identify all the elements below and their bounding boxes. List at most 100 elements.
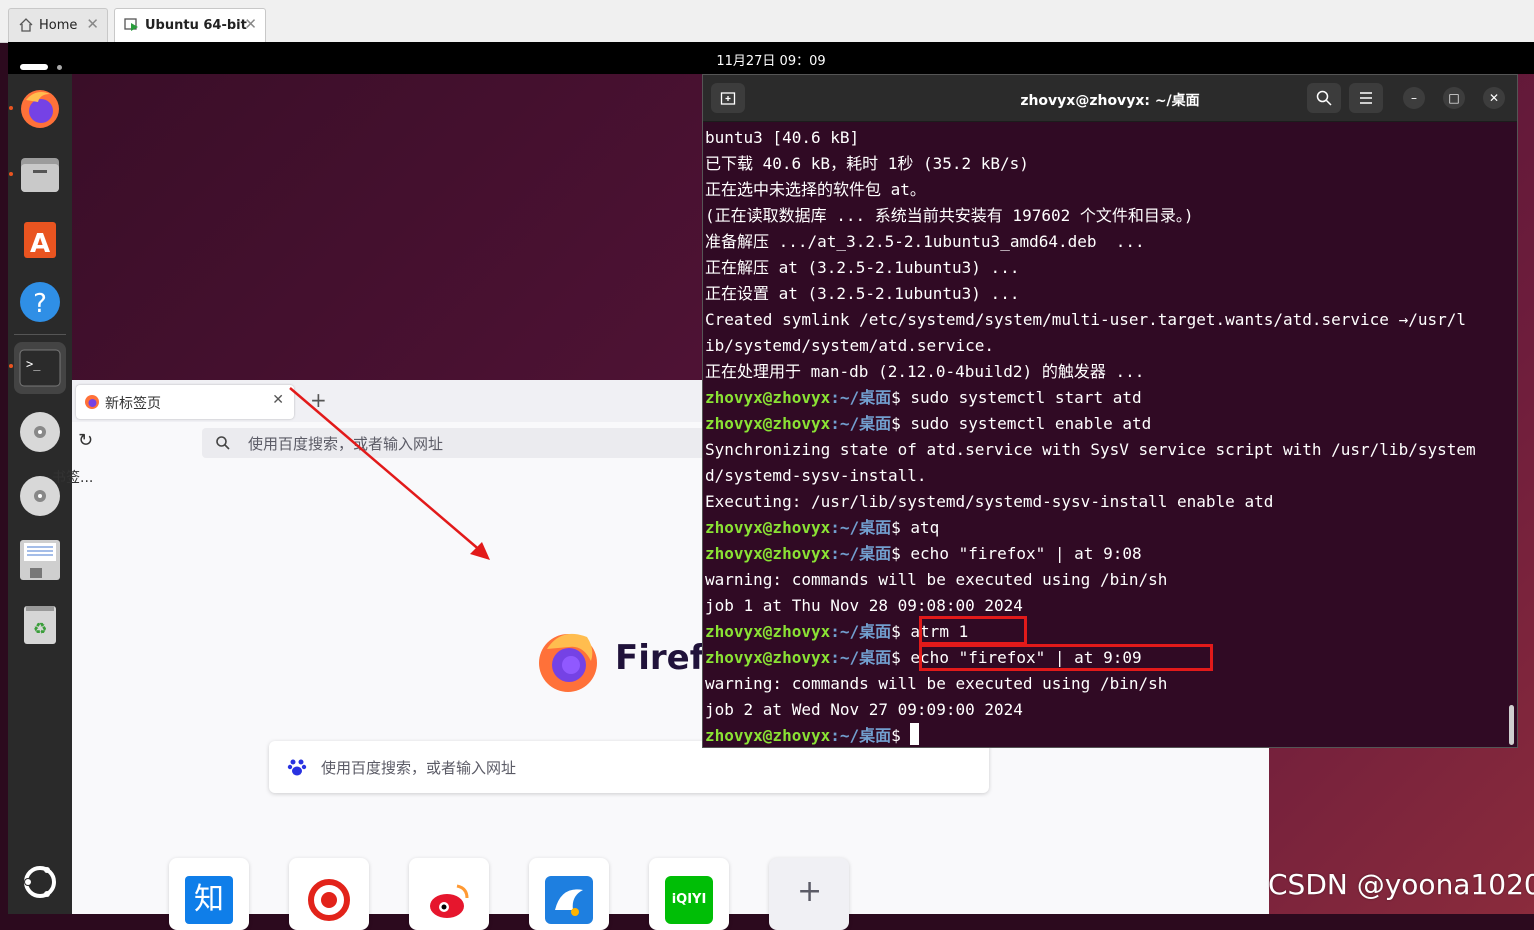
vm-tab-ubuntu[interactable]: Ubuntu 64-bit ✕ [114, 8, 266, 42]
firefox-launcher[interactable] [18, 86, 62, 130]
terminal-line: zhovyx@zhovyx:~/桌面$ atq [705, 515, 1511, 541]
prompt-user: zhovyx@zhovyx [705, 388, 831, 407]
command-text: atq [900, 518, 940, 537]
close-icon[interactable]: ✕ [86, 15, 99, 33]
prompt-path: :~/桌面 [830, 518, 892, 537]
prompt-path: :~/桌面 [830, 648, 892, 667]
maximize-icon: □ [1448, 91, 1460, 105]
add-icon: + [797, 874, 823, 909]
svg-text:>_: >_ [26, 357, 41, 371]
prompt-symbol: $ [891, 544, 901, 563]
watermark: CSDN @yoona1020 [1268, 868, 1534, 901]
highlight-box-atrm [919, 616, 1027, 645]
iqiyi-icon: iQIYI [665, 876, 713, 924]
highlight-box-echo [919, 644, 1213, 671]
terminal-line: d/systemd-sysv-install. [705, 466, 927, 485]
help-launcher[interactable]: ? [18, 280, 62, 324]
vm-tab-home[interactable]: Home ✕ [8, 8, 108, 42]
close-icon: ✕ [1488, 91, 1500, 105]
terminal-launcher[interactable]: >_ [14, 342, 66, 394]
menu-button[interactable] [1349, 83, 1383, 113]
terminal-line: Synchronizing state of atd.service with … [705, 440, 1476, 459]
command-text [901, 726, 911, 745]
floppy-icon [20, 540, 60, 580]
svg-text:♻: ♻ [33, 619, 47, 638]
bookmarks-label[interactable]: 书签... [52, 467, 93, 487]
terminal-icon: >_ [19, 349, 61, 387]
svg-text:A: A [30, 229, 50, 259]
app-center-icon: A [24, 222, 56, 259]
prompt-path: :~/桌面 [830, 388, 892, 407]
prompt-user: zhovyx@zhovyx [705, 518, 831, 537]
weibo-icon [430, 884, 469, 918]
command-text: sudo systemctl start atd [900, 388, 1142, 407]
terminal-line: 正在处理用于 man-db (2.12.0-4build2) 的触发器 ... [705, 362, 1145, 381]
search-button[interactable] [1307, 83, 1341, 113]
terminal-scrollbar[interactable] [1509, 705, 1514, 745]
prompt-user: zhovyx@zhovyx [705, 648, 831, 667]
ubuntu-top-bar: 11月27日 09：09 [8, 42, 1534, 74]
prompt-path: :~/桌面 [830, 414, 892, 433]
shortcut-add[interactable]: + [769, 858, 849, 930]
terminal-line: job 1 at Thu Nov 28 09:08:00 2024 [705, 596, 1023, 615]
hamburger-menu-icon [1360, 92, 1372, 104]
reload-icon[interactable]: ↻ [78, 430, 93, 451]
terminal-line: Created symlink /etc/systemd/system/mult… [705, 310, 1466, 329]
app-center-launcher[interactable]: A [18, 216, 62, 260]
close-icon[interactable]: ✕ [244, 15, 257, 33]
prompt-path: :~/桌面 [830, 544, 892, 563]
terminal-line: (正在读取数据库 ... 系统当前共安装有 197602 个文件和目录。) [705, 206, 1194, 225]
files-launcher[interactable] [18, 152, 62, 196]
command-text: sudo systemctl enable atd [900, 414, 1152, 433]
shortcut-weibo[interactable] [409, 858, 489, 930]
disc-launcher-1[interactable] [18, 410, 62, 454]
prompt-path: :~/桌面 [830, 726, 892, 745]
vm-icon [124, 18, 138, 31]
close-button[interactable]: ✕ [1483, 87, 1505, 109]
terminal-title: zhovyx@zhovyx: ~/桌面 [1020, 93, 1200, 109]
shortcut-ifeng[interactable] [289, 858, 369, 930]
tab-title: 新标签页 [105, 396, 161, 412]
vm-tab-bar: Home ✕ Ubuntu 64-bit ✕ [0, 0, 1534, 43]
firefox-tab-newtab[interactable]: 新标签页 ✕ [76, 385, 294, 419]
maximize-button[interactable]: □ [1443, 87, 1465, 109]
prompt-symbol: $ [891, 518, 901, 537]
search-icon [1316, 90, 1332, 106]
annotation-arrow [289, 387, 490, 560]
search-placeholder: 使用百度搜索，或者输入网址 [321, 759, 517, 777]
trash-launcher[interactable]: ♻ [18, 602, 62, 646]
floppy-launcher[interactable] [18, 538, 62, 582]
running-indicator [9, 106, 13, 110]
baidu-icon [287, 759, 307, 776]
running-indicator [9, 364, 13, 368]
shortcut-ctrip[interactable] [529, 858, 609, 930]
prompt-symbol: $ [891, 622, 901, 641]
prompt-symbol: $ [891, 388, 901, 407]
terminal-line: zhovyx@zhovyx:~/桌面$ atrm 1 [705, 619, 1511, 645]
shortcut-iqiyi[interactable]: iQIYI [649, 858, 729, 930]
disc-icon [20, 412, 60, 452]
clock[interactable]: 11月27日 09：09 [8, 50, 1534, 69]
terminal-line: warning: commands will be executed using… [705, 570, 1168, 589]
ifeng-icon [308, 879, 350, 921]
show-apps-button[interactable] [18, 860, 62, 904]
terminal-line: zhovyx@zhovyx:~/桌面$ [705, 723, 1511, 749]
terminal-line: warning: commands will be executed using… [705, 674, 1168, 693]
shortcut-zhihu[interactable]: 知 [169, 858, 249, 930]
firefox-icon [85, 395, 99, 409]
terminal-line: buntu3 [40.6 kB] [705, 128, 860, 147]
dock-separator [14, 334, 66, 335]
minimize-button[interactable]: – [1403, 87, 1425, 109]
terminal-line: zhovyx@zhovyx:~/桌面$ sudo systemctl start… [705, 385, 1511, 411]
firefox-icon [21, 90, 59, 128]
prompt-path: :~/桌面 [830, 622, 892, 641]
search-icon [216, 436, 230, 450]
prompt-user: zhovyx@zhovyx [705, 414, 831, 433]
vm-tab-label: Ubuntu 64-bit [145, 18, 247, 33]
command-text: echo "firefox" | at 9:08 [900, 544, 1142, 563]
trash-icon: ♻ [24, 606, 56, 644]
terminal-window: zhovyx@zhovyx: ~/桌面 – □ ✕ buntu3 [40.6 k… [702, 74, 1518, 748]
folder-icon [21, 158, 59, 192]
help-icon: ? [20, 282, 60, 322]
prompt-user: zhovyx@zhovyx [705, 726, 831, 745]
